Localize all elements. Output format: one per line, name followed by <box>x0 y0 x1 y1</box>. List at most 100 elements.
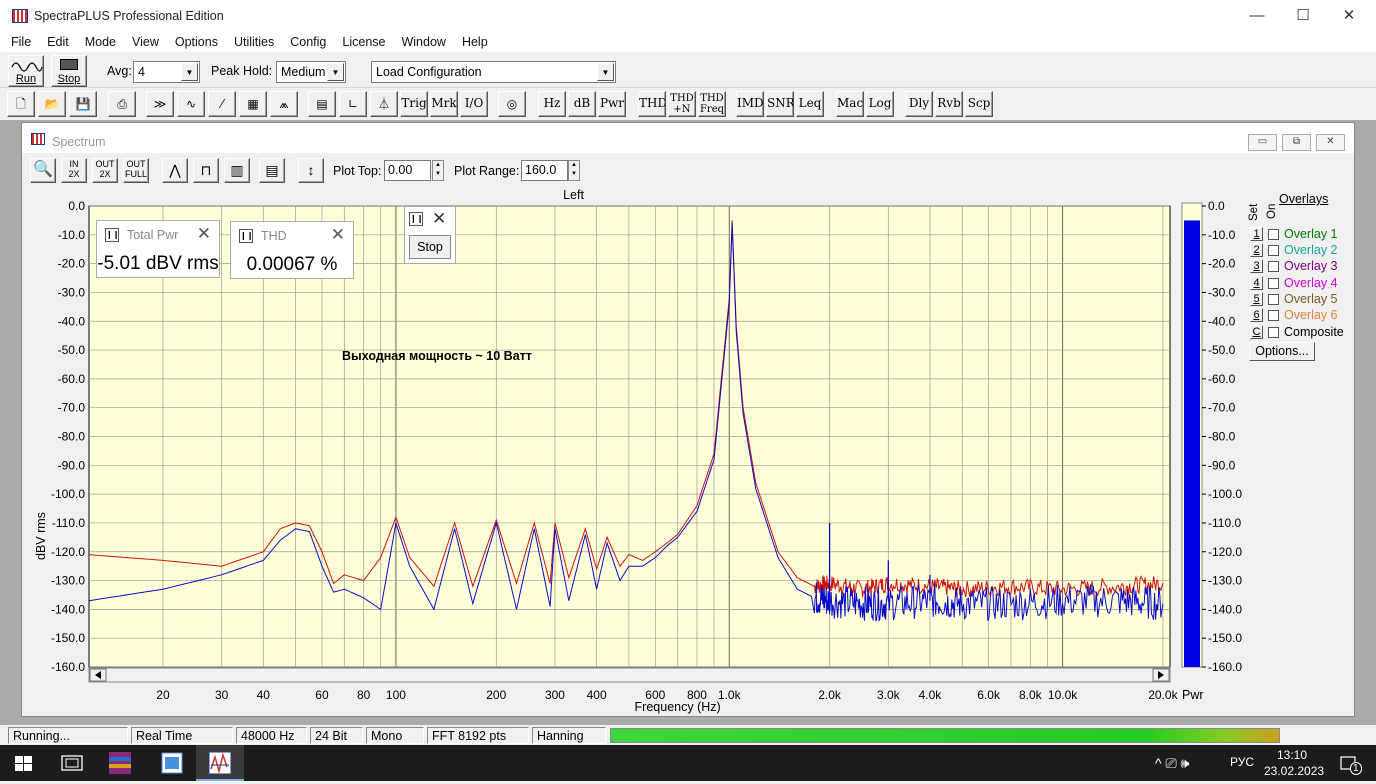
dly-button[interactable]: Dly <box>905 91 933 117</box>
close-icon[interactable]: ✕ <box>432 209 446 229</box>
clock[interactable]: 13:10 23.02.2023 <box>1264 747 1324 779</box>
mrk-button[interactable]: Mrk <box>430 91 458 117</box>
pause-icon[interactable]: ❙❙ <box>105 228 119 242</box>
chevron-down-icon[interactable]: ▼ <box>327 63 344 81</box>
calibrate-icon[interactable]: ⏃ <box>370 91 398 117</box>
overlay-set-button[interactable]: 5 <box>1250 292 1263 306</box>
avg-label: Avg: <box>107 64 132 78</box>
spectrogram-icon[interactable]: ▦ <box>239 91 267 117</box>
avg-select[interactable]: 4 ▼ <box>133 61 200 83</box>
display-icon[interactable]: ▤ <box>308 91 336 117</box>
mdi-area: Spectrum ▭ ⧉ ✕ 🔍 IN 2X OUT 2X OUT FULL ⋀ ⊓ … <box>0 120 1376 725</box>
winrar-app-icon[interactable] <box>96 745 144 781</box>
status-state: Running... <box>8 727 128 744</box>
rvb-button[interactable]: Rvb <box>935 91 963 117</box>
3d-surface-icon[interactable]: ⩕ <box>270 91 298 117</box>
log-button[interactable]: Log <box>866 91 894 117</box>
thd-value: 0.00067 % <box>246 254 338 275</box>
overlay-checkbox[interactable] <box>1268 327 1279 338</box>
peakhold-select[interactable]: Medium ▼ <box>276 61 346 83</box>
menu-options[interactable]: Options <box>167 32 226 52</box>
pwr-button[interactable]: Pwr <box>598 91 626 117</box>
io-button[interactable]: I/O <box>460 91 488 117</box>
chevron-down-icon[interactable]: ▼ <box>597 63 614 81</box>
pwr-tick-label: -110.0 <box>1208 516 1241 530</box>
db-button[interactable]: dB <box>568 91 596 117</box>
config-select[interactable]: Load Configuration ▼ <box>371 61 616 83</box>
hz-button[interactable]: Hz <box>538 91 566 117</box>
thd-button[interactable]: THD <box>638 91 666 117</box>
menu-window[interactable]: Window <box>393 32 453 52</box>
menu-mode[interactable]: Mode <box>77 32 124 52</box>
menu-config[interactable]: Config <box>282 32 334 52</box>
stop-meter-button[interactable]: Stop <box>409 235 451 259</box>
chevron-down-icon[interactable]: ▼ <box>181 63 198 81</box>
overlay-set-button[interactable]: 3 <box>1250 259 1263 273</box>
notification-icon[interactable]: 1 <box>1338 753 1362 775</box>
overlay-set-button[interactable]: 6 <box>1250 308 1263 322</box>
peakhold-label: Peak Hold: <box>211 64 273 78</box>
y-tick-label: -80.0 <box>58 430 86 444</box>
image-viewer-app-icon[interactable] <box>148 745 196 781</box>
status-mode: Real Time <box>131 727 233 744</box>
language-indicator[interactable]: РУС <box>1230 755 1254 769</box>
menu-help[interactable]: Help <box>454 32 496 52</box>
save-icon[interactable]: 💾 <box>69 91 97 117</box>
new-file-icon[interactable]: 🗋 <box>7 91 35 117</box>
trig-button[interactable]: Trig <box>400 91 428 117</box>
axis-icon[interactable]: ∟ <box>339 91 367 117</box>
overlay-checkbox[interactable] <box>1268 245 1279 256</box>
stop-toolbar-button[interactable]: Stop <box>51 55 87 87</box>
menu-edit[interactable]: Edit <box>39 32 77 52</box>
overlay-row[interactable]: 6 Overlay 6 <box>1248 308 1368 324</box>
fast-forward-icon[interactable]: ≫ <box>146 91 174 117</box>
scp-button[interactable]: Scp <box>965 91 993 117</box>
spectraplus-app-icon[interactable] <box>196 745 244 781</box>
y-tick-label: -20.0 <box>58 257 86 271</box>
y-tick-label: -160.0 <box>51 660 85 674</box>
overlay-row[interactable]: C Composite <box>1248 325 1368 341</box>
leq-button[interactable]: Leq <box>796 91 824 117</box>
thdn-button[interactable]: THD +N <box>668 91 696 117</box>
minimize-button[interactable]: — <box>1234 6 1280 28</box>
overlay-set-button[interactable]: 4 <box>1250 276 1263 290</box>
snr-button[interactable]: SNR <box>766 91 794 117</box>
windows-start-icon[interactable] <box>0 745 48 781</box>
overlay-row[interactable]: 2 Overlay 2 <box>1248 243 1368 259</box>
overlay-checkbox[interactable] <box>1268 278 1279 289</box>
pause-icon[interactable]: ❙❙ <box>409 212 423 226</box>
overlay-set-button[interactable]: C <box>1250 325 1263 339</box>
close-button[interactable]: ✕ <box>1326 6 1372 28</box>
overlay-row[interactable]: 1 Overlay 1 <box>1248 227 1368 243</box>
overlay-checkbox[interactable] <box>1268 261 1279 272</box>
maximize-button[interactable]: ☐ <box>1280 6 1326 28</box>
overlay-set-button[interactable]: 1 <box>1250 227 1263 241</box>
overlay-row[interactable]: 5 Overlay 5 <box>1248 292 1368 308</box>
menu-license[interactable]: License <box>334 32 393 52</box>
overlay-checkbox[interactable] <box>1268 294 1279 305</box>
menu-view[interactable]: View <box>124 32 167 52</box>
overlay-set-button[interactable]: 2 <box>1250 243 1263 257</box>
imd-button[interactable]: IMD <box>736 91 764 117</box>
waveform-icon[interactable]: ∿ <box>177 91 205 117</box>
menu-utilities[interactable]: Utilities <box>226 32 282 52</box>
task-view-icon[interactable] <box>48 745 96 781</box>
overlay-checkbox[interactable] <box>1268 229 1279 240</box>
generator-icon[interactable]: ◎ <box>498 91 526 117</box>
open-folder-icon[interactable]: 📂 <box>38 91 66 117</box>
overlay-row[interactable]: 4 Overlay 4 <box>1248 276 1368 292</box>
print-icon[interactable]: ⎙ <box>108 91 136 117</box>
overlay-row[interactable]: 3 Overlay 3 <box>1248 259 1368 275</box>
run-button[interactable]: Run <box>8 55 44 87</box>
close-icon[interactable]: ✕ <box>331 225 345 245</box>
overlay-checkbox[interactable] <box>1268 310 1279 321</box>
y-tick-label: -70.0 <box>58 401 86 415</box>
spectrum-icon[interactable]: ⁄ <box>208 91 236 117</box>
tray-icons[interactable]: ^ ⎚ 🕪 <box>1155 755 1189 772</box>
options-button[interactable]: Options... <box>1249 342 1315 361</box>
pause-icon[interactable]: ❙❙ <box>239 229 253 243</box>
menu-file[interactable]: File <box>3 32 39 52</box>
close-icon[interactable]: ✕ <box>197 224 211 244</box>
thd-freq-button[interactable]: THD Freq <box>698 91 726 117</box>
mac-button[interactable]: Mac <box>836 91 864 117</box>
